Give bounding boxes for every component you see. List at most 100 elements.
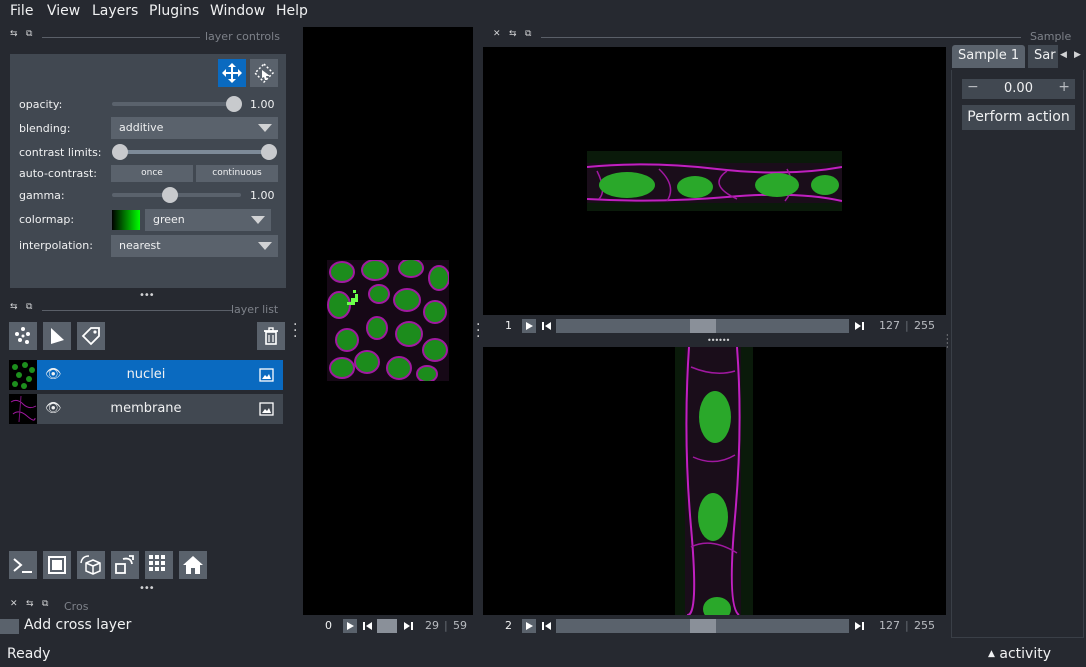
undock-icon[interactable]: ⧉ <box>26 302 32 312</box>
opacity-slider[interactable] <box>112 102 234 106</box>
transpose-dims-button[interactable] <box>111 551 139 579</box>
dropdown-arrow-icon <box>258 124 272 132</box>
viewer-canvas-yz[interactable] <box>483 347 946 615</box>
dims-slider-track[interactable] <box>556 619 849 633</box>
splitter-handle[interactable]: ••• <box>139 290 155 301</box>
roll-dims-button[interactable] <box>77 551 105 579</box>
splitter-handle[interactable]: · · · <box>476 318 482 344</box>
splitter-handle[interactable]: •••••• <box>707 336 730 345</box>
float-icon[interactable]: ⇆ <box>509 29 517 39</box>
layer-row-membrane[interactable]: 👁 membrane <box>9 394 283 424</box>
opacity-slider-handle[interactable] <box>226 96 242 112</box>
dims-slider-track[interactable] <box>377 619 397 633</box>
step-back-button[interactable] <box>540 619 554 633</box>
value-spinbox[interactable]: − 0.00 + <box>962 79 1075 99</box>
layer-controls-panel: opacity: 1.00 blending: additive contras… <box>10 54 286 288</box>
float-icon[interactable]: ⇆ <box>10 302 18 312</box>
contrast-min-handle[interactable] <box>112 144 128 160</box>
ndisplay-button[interactable] <box>43 551 71 579</box>
undock-icon[interactable]: ⧉ <box>525 29 531 39</box>
layer-controls-title: layer controls <box>205 30 280 43</box>
tab-sample-1[interactable]: Sample 1 <box>952 45 1025 68</box>
activity-button[interactable]: ▲ activity <box>988 646 1051 662</box>
dims-slider-handle[interactable] <box>689 319 716 333</box>
auto-contrast-once-button[interactable]: once <box>111 165 193 182</box>
contrast-max-handle[interactable] <box>261 144 277 160</box>
undock-icon[interactable]: ⧉ <box>42 599 48 609</box>
status-text: Ready <box>7 646 51 662</box>
dropdown-arrow-icon <box>251 216 265 224</box>
delete-layer-button[interactable] <box>257 322 285 350</box>
max-slice: 255 <box>914 619 935 632</box>
dims-slider-track[interactable] <box>556 319 849 333</box>
menu-view[interactable]: View <box>47 3 80 19</box>
plus-icon[interactable]: + <box>1058 79 1070 95</box>
step-forward-button[interactable] <box>852 319 866 333</box>
add-cross-label: Add cross layer <box>24 617 132 633</box>
opacity-label: opacity: <box>19 98 63 111</box>
new-labels-layer-button[interactable] <box>77 322 105 350</box>
new-points-layer-button[interactable] <box>9 322 37 350</box>
interpolation-dropdown[interactable]: nearest <box>111 235 278 257</box>
step-forward-button[interactable] <box>401 619 415 633</box>
dims-slider-xy: 0 29 | 59 <box>303 616 473 636</box>
float-icon[interactable]: ⇆ <box>10 29 18 39</box>
dims-slider-handle[interactable] <box>377 619 397 633</box>
home-icon <box>183 556 203 574</box>
tab-scroll-left-icon[interactable]: ◀ <box>1060 50 1067 60</box>
menu-layers[interactable]: Layers <box>92 3 138 19</box>
dims-slider-yz: 2 127 | 255 <box>483 616 946 636</box>
menu-window[interactable]: Window <box>210 3 265 19</box>
splitter-handle[interactable]: ••• <box>139 583 155 594</box>
layer-name-membrane[interactable]: membrane <box>9 401 283 416</box>
play-button[interactable] <box>522 619 536 633</box>
current-slice: 29 <box>425 619 439 632</box>
new-shapes-layer-button[interactable] <box>43 322 71 350</box>
current-slice: 127 <box>879 619 900 632</box>
square-2d-icon <box>48 556 66 574</box>
interpolation-label: interpolation: <box>19 239 93 252</box>
blending-dropdown[interactable]: additive <box>111 117 278 139</box>
play-button[interactable] <box>522 319 536 333</box>
close-icon[interactable]: ✕ <box>493 29 501 39</box>
colormap-preview <box>112 210 140 230</box>
menu-help[interactable]: Help <box>276 3 308 19</box>
pan-zoom-button[interactable] <box>218 59 246 87</box>
close-icon[interactable]: ✕ <box>10 599 18 609</box>
viewer-canvas-xy[interactable] <box>303 27 473 615</box>
vertical-splitter-handle[interactable]: · · · <box>293 318 299 344</box>
perform-action-button[interactable]: Perform action <box>962 105 1075 130</box>
contrast-limits-slider[interactable] <box>120 150 269 154</box>
max-slice: 255 <box>914 319 935 332</box>
colormap-value: green <box>153 213 185 226</box>
gamma-slider-handle[interactable] <box>162 187 179 203</box>
menu-plugins[interactable]: Plugins <box>149 3 199 19</box>
step-back-button[interactable] <box>540 319 554 333</box>
console-button[interactable] <box>9 551 37 579</box>
grid-view-button[interactable] <box>145 551 173 579</box>
dims-slider-handle[interactable] <box>689 619 716 633</box>
add-cross-checkbox[interactable] <box>0 619 19 634</box>
axis-label: 0 <box>325 619 332 632</box>
tab-scroll-right-icon[interactable]: ▶ <box>1074 50 1081 60</box>
image-layer-icon <box>259 402 274 416</box>
tab-sample-2[interactable]: Sar <box>1028 45 1058 68</box>
float-icon[interactable]: ⇆ <box>26 599 34 609</box>
undock-icon[interactable]: ⧉ <box>26 29 32 39</box>
transform-button[interactable] <box>250 59 278 87</box>
viewer-canvas-xz[interactable] <box>483 47 946 315</box>
step-back-button[interactable] <box>361 619 375 633</box>
play-button[interactable] <box>343 619 357 633</box>
colormap-dropdown[interactable]: green <box>145 209 271 231</box>
auto-contrast-label: auto-contrast: <box>19 167 98 180</box>
layer-row-nuclei[interactable]: 👁 nuclei <box>9 360 283 390</box>
layer-name-nuclei[interactable]: nuclei <box>9 367 283 382</box>
menu-file[interactable]: File <box>10 3 33 19</box>
step-forward-icon <box>404 622 413 630</box>
home-button[interactable] <box>179 551 207 579</box>
step-forward-button[interactable] <box>852 619 866 633</box>
divider: | <box>905 619 909 632</box>
points-icon <box>15 327 30 344</box>
title-divider <box>42 310 232 311</box>
auto-contrast-continuous-button[interactable]: continuous <box>196 165 278 182</box>
